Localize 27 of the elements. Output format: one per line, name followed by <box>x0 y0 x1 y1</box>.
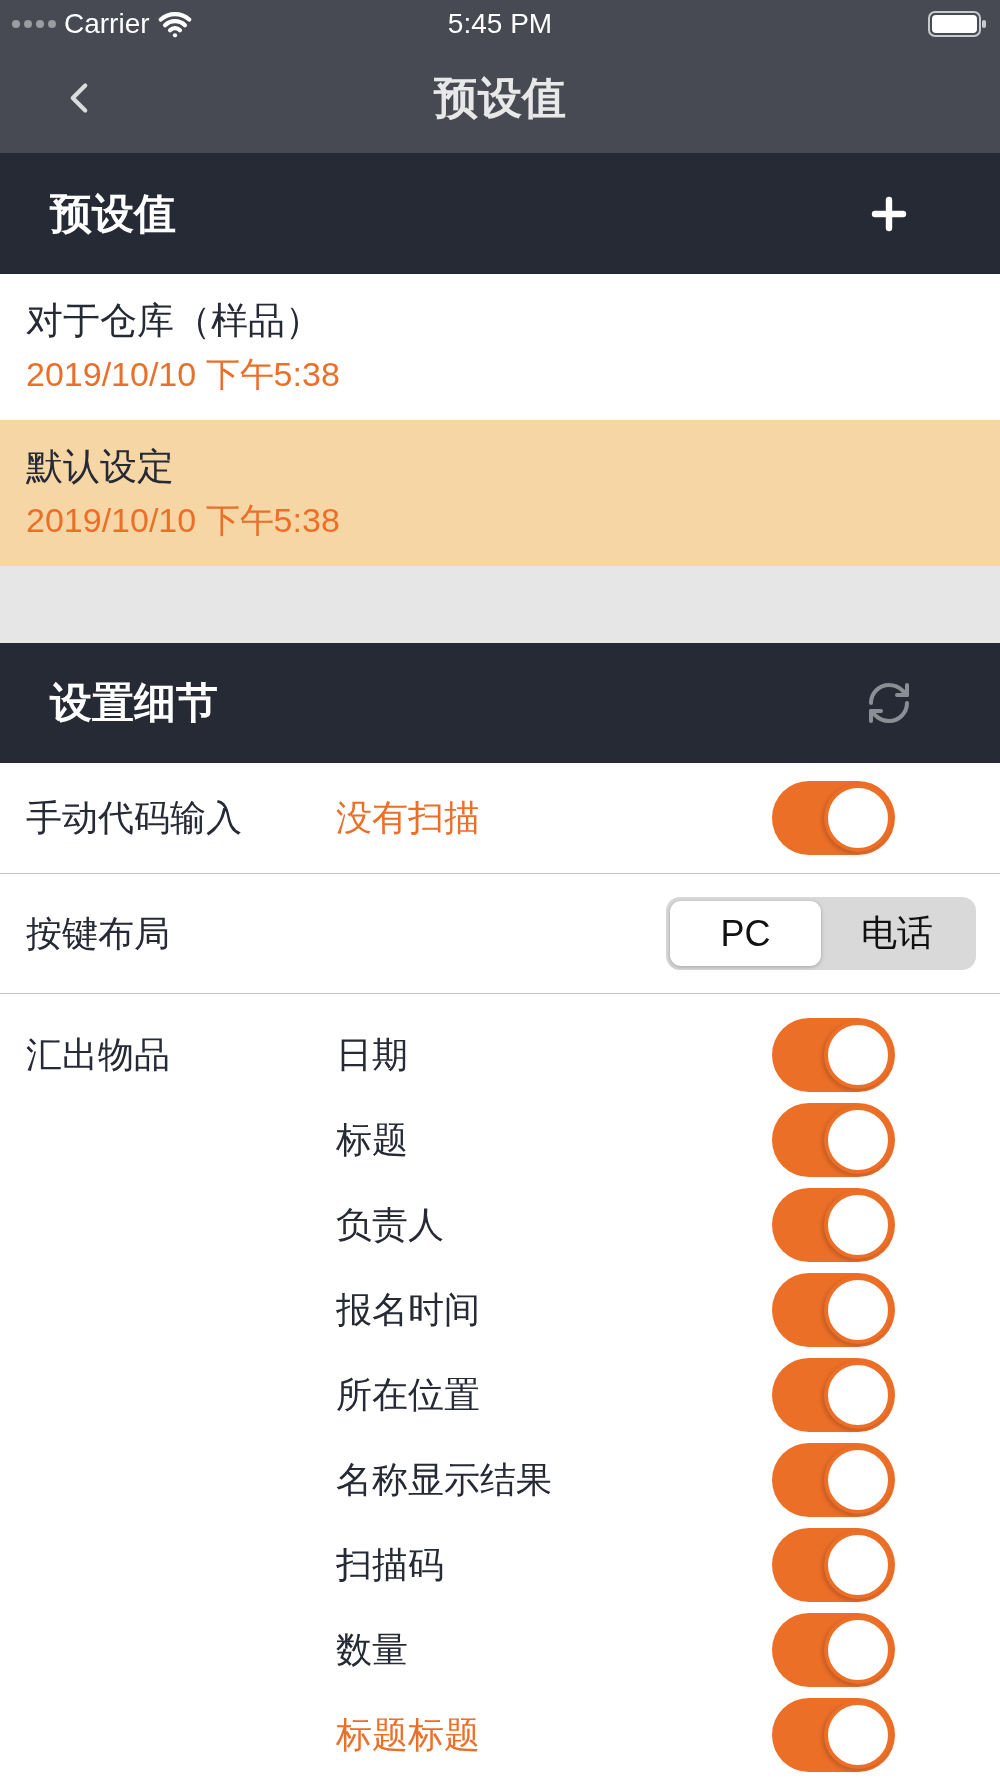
preset-name: 默认设定 <box>26 445 174 489</box>
export-item-label: 数量 <box>336 1627 408 1672</box>
segment-button[interactable]: 电话 <box>821 901 972 966</box>
signal-dots-icon <box>12 20 56 28</box>
export-item-label: 所在位置 <box>336 1372 480 1417</box>
export-item-label: 负责人 <box>336 1202 444 1247</box>
setting-label: 汇出物品 <box>26 1032 170 1077</box>
battery-icon <box>928 11 986 37</box>
navigation-title: 预设值 <box>434 71 566 124</box>
status-time: 5:45 PM <box>447 7 553 41</box>
carrier-name: Carrier <box>64 7 150 41</box>
setting-label: 按键布局 <box>26 911 171 956</box>
export-item-label: 扫描码 <box>336 1542 444 1587</box>
segment-button[interactable]: PC <box>670 901 821 966</box>
preset-date: 2019/10/10 下午5:38 <box>26 500 340 541</box>
export-item-label: 标题标题 <box>336 1712 480 1757</box>
export-item-label: 日期 <box>336 1032 408 1077</box>
export-item-label: 报名时间 <box>336 1287 480 1332</box>
export-item-label: 标题 <box>336 1117 408 1162</box>
section-title: 预设值 <box>50 188 176 239</box>
export-item-label: 名称显示结果 <box>336 1457 552 1502</box>
section-title: 设置细节 <box>50 678 218 728</box>
preset-list-item[interactable]: 默认设定 2019/10/10 下午5:38 <box>0 420 1000 566</box>
setting-value: 没有扫描 <box>336 796 481 840</box>
preset-date: 2019/10/10 下午5:38 <box>26 354 340 395</box>
preset-name: 对于仓库（样品） <box>26 299 322 343</box>
setting-label: 手动代码输入 <box>26 796 243 840</box>
